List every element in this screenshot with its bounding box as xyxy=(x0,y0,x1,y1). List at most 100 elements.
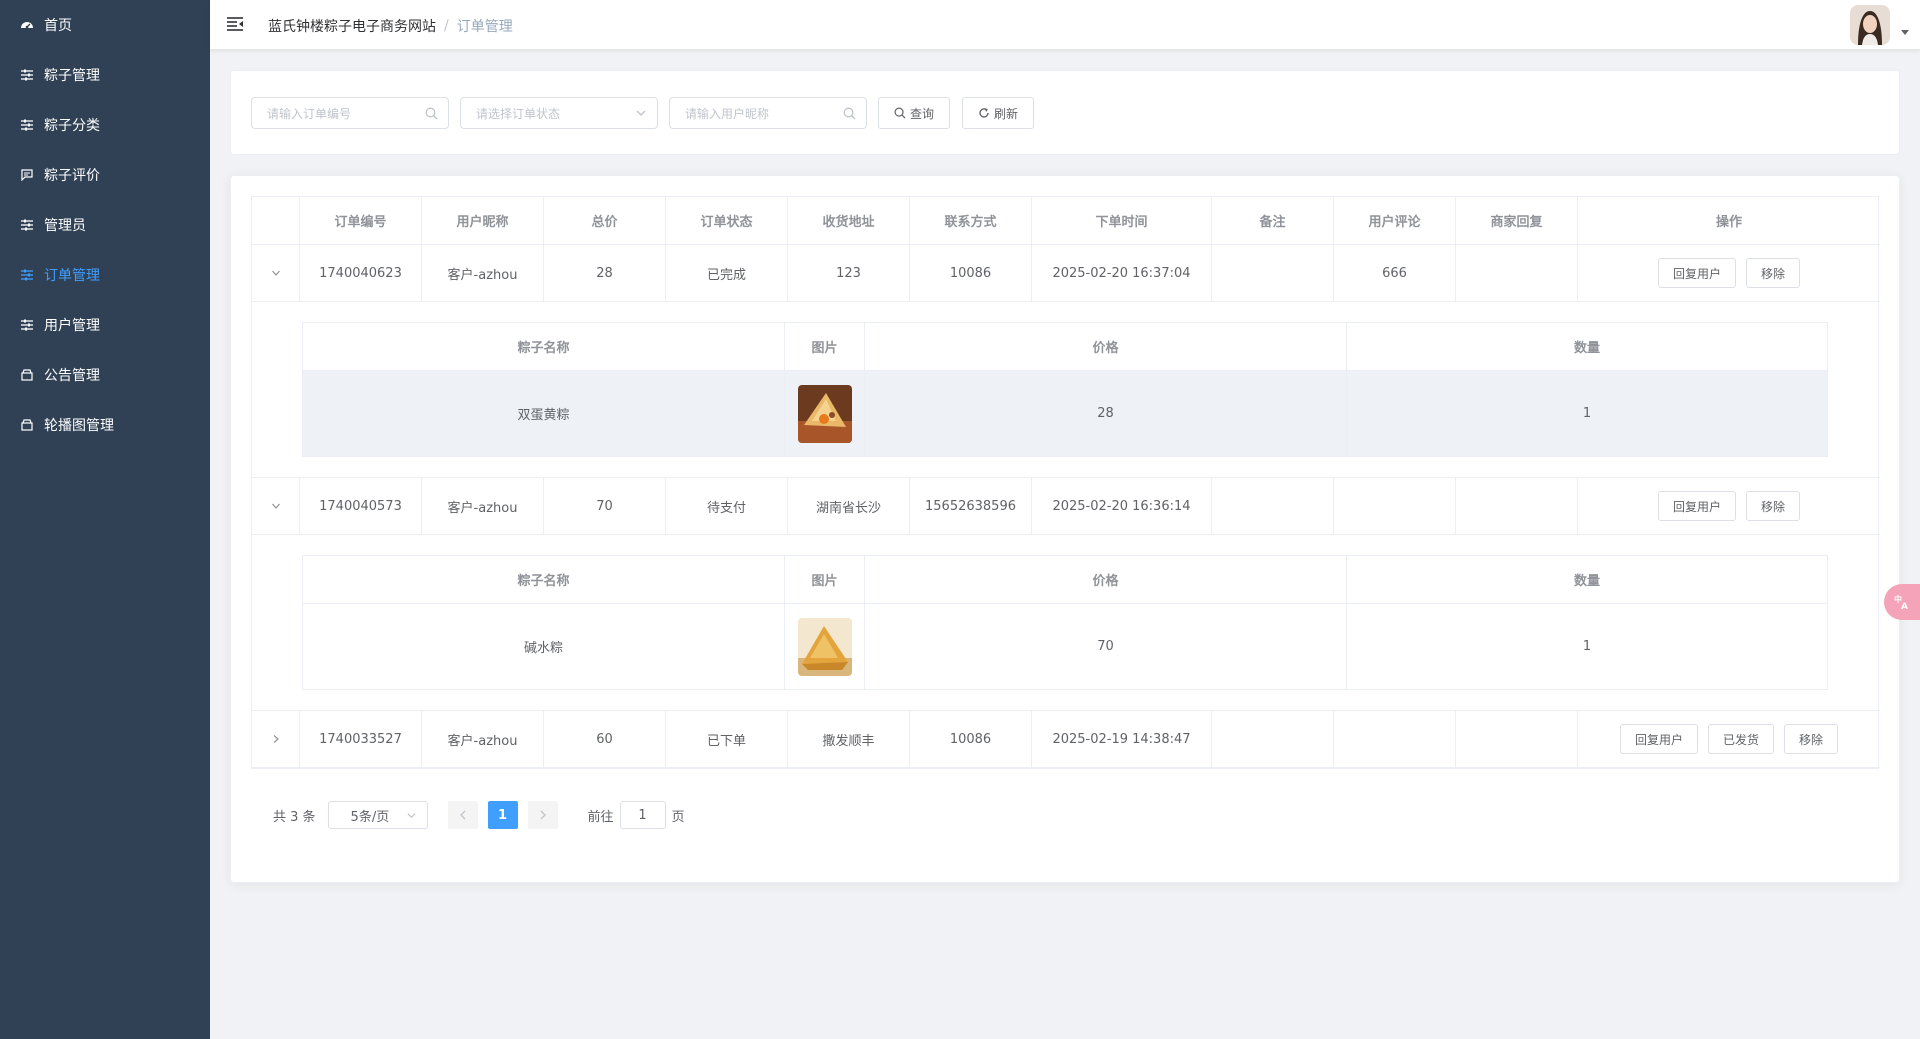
reply-user-button[interactable]: 回复用户 xyxy=(1657,491,1736,521)
expanded-row: 粽子名称 图片 价格 数量 碱水粽 70 1 xyxy=(252,535,1880,711)
sub-column-header: 价格 xyxy=(865,323,1347,370)
reply-user-button[interactable]: 回复用户 xyxy=(1657,258,1736,288)
chevron-left-icon xyxy=(459,810,466,820)
remove-button[interactable]: 移除 xyxy=(1784,724,1839,754)
sidebar-item-review[interactable]: 粽子评价 xyxy=(0,150,210,200)
order-number-placeholder: 请输入订单编号 xyxy=(267,106,352,121)
sidebar-item-users[interactable]: 用户管理 xyxy=(0,300,210,350)
sidebar-item-label: 粽子管理 xyxy=(44,68,100,84)
expand-toggle[interactable] xyxy=(252,245,300,301)
remark xyxy=(1212,711,1334,767)
caret-down-icon[interactable] xyxy=(1901,30,1909,35)
sidebar-item-category[interactable]: 粽子分类 xyxy=(0,100,210,150)
table-row: 1740040573 客户-azhou 70 待支付 湖南省长沙 1565263… xyxy=(252,478,1880,535)
top-navbar: 蓝氏钟楼粽子电子商务网站 / 订单管理 xyxy=(210,0,1920,50)
contact: 10086 xyxy=(910,711,1032,767)
expand-toggle[interactable] xyxy=(252,711,300,767)
sidebar-item-carousel[interactable]: 轮播图管理 xyxy=(0,400,210,450)
actions-cell: 回复用户 移除 xyxy=(1578,478,1880,534)
orders-table: 订单编号 用户昵称 总价 订单状态 收货地址 联系方式 下单时间 备注 用户评论… xyxy=(251,196,1880,769)
goto-page-input[interactable]: 1 xyxy=(619,801,666,829)
hamburger-icon[interactable] xyxy=(226,15,244,33)
zongzi-image-cell xyxy=(785,371,865,456)
table-header: 订单编号 用户昵称 总价 订单状态 收货地址 联系方式 下单时间 备注 用户评论… xyxy=(252,197,1880,245)
sliders-icon xyxy=(20,318,34,332)
remark xyxy=(1212,245,1334,301)
sidebar-item-label: 粽子分类 xyxy=(44,118,100,134)
goto-prefix: 前往 xyxy=(587,809,614,825)
order-status: 待支付 xyxy=(666,478,788,534)
remove-button[interactable]: 移除 xyxy=(1746,491,1801,521)
search-icon xyxy=(843,107,856,123)
nickname: 客户-azhou xyxy=(422,711,544,767)
reply-user-button[interactable]: 回复用户 xyxy=(1619,724,1698,754)
user-comment: 666 xyxy=(1334,245,1456,301)
box-icon xyxy=(20,418,34,432)
order-time: 2025-02-20 16:37:04 xyxy=(1032,245,1212,301)
nickname-input[interactable]: 请输入用户昵称 xyxy=(669,97,867,129)
orders-table-card: 订单编号 用户昵称 总价 订单状态 收货地址 联系方式 下单时间 备注 用户评论… xyxy=(230,175,1900,883)
sidebar-item-home[interactable]: 首页 xyxy=(0,0,210,50)
prev-page-button[interactable] xyxy=(447,801,478,829)
zongzi-price: 28 xyxy=(865,371,1347,456)
sub-column-header: 粽子名称 xyxy=(303,323,785,370)
chevron-down-icon xyxy=(406,810,417,825)
order-status-placeholder: 请选择订单状态 xyxy=(476,106,561,121)
avatar[interactable] xyxy=(1850,5,1890,45)
order-status: 已下单 xyxy=(666,711,788,767)
zongzi-image[interactable] xyxy=(797,617,852,676)
shipped-button[interactable]: 已发货 xyxy=(1707,724,1774,754)
page-number-current[interactable]: 1 xyxy=(487,801,518,829)
chevron-right-icon xyxy=(540,810,546,820)
page-jumper: 前往 1 页 xyxy=(588,801,685,829)
address: 撒发顺丰 xyxy=(788,711,910,767)
chevron-down-icon xyxy=(635,107,647,122)
breadcrumb-separator: / xyxy=(444,18,449,34)
remove-button[interactable]: 移除 xyxy=(1746,258,1801,288)
sidebar-item-notice[interactable]: 公告管理 xyxy=(0,350,210,400)
zongzi-image[interactable] xyxy=(797,384,852,443)
search-panel: 请输入订单编号 请选择订单状态 请输入用户昵称 查询 刷新 xyxy=(230,70,1900,155)
sub-column-header: 数量 xyxy=(1573,574,1600,589)
actions-cell: 回复用户 移除 xyxy=(1578,245,1880,301)
translate-icon[interactable]: 中A xyxy=(1884,584,1920,620)
order-time: 2025-02-19 14:38:47 xyxy=(1032,711,1212,767)
user-comment xyxy=(1334,478,1456,534)
column-header: 用户评论 xyxy=(1334,197,1456,244)
order-number: 1740040573 xyxy=(300,478,422,534)
refresh-button[interactable]: 刷新 xyxy=(962,97,1034,129)
sidebar-item-zongzi[interactable]: 粽子管理 xyxy=(0,50,210,100)
pagination-total: 共 3 条 xyxy=(273,809,316,825)
column-header: 联系方式 xyxy=(910,197,1032,244)
query-button[interactable]: 查询 xyxy=(878,97,950,129)
chevron-right-icon xyxy=(273,735,279,743)
sliders-icon xyxy=(20,68,34,82)
sidebar-item-label: 用户管理 xyxy=(44,318,100,334)
sidebar-item-label: 订单管理 xyxy=(44,268,100,284)
nickname: 客户-azhou xyxy=(422,478,544,534)
sidebar-item-admin[interactable]: 管理员 xyxy=(0,200,210,250)
next-page-button[interactable] xyxy=(527,801,558,829)
order-items-table: 粽子名称 图片 价格 数量 碱水粽 70 1 xyxy=(302,555,1828,690)
expanded-row: 粽子名称 图片 价格 数量 双蛋黄粽 28 1 xyxy=(252,302,1880,478)
merchant-reply xyxy=(1456,478,1578,534)
column-header: 下单时间 xyxy=(1032,197,1212,244)
refresh-button-label: 刷新 xyxy=(993,106,1018,121)
sidebar-item-orders[interactable]: 订单管理 xyxy=(0,250,210,300)
contact: 10086 xyxy=(910,245,1032,301)
sub-column-header: 粽子名称 xyxy=(303,556,785,603)
column-header: 总价 xyxy=(544,197,666,244)
refresh-icon xyxy=(979,108,989,118)
column-header: 订单编号 xyxy=(300,197,422,244)
pagination: 共 3 条 5条/页 1 前往 1 页 xyxy=(273,801,685,829)
column-header: 收货地址 xyxy=(788,197,910,244)
breadcrumb-home[interactable]: 蓝氏钟楼粽子电子商务网站 xyxy=(268,16,436,36)
order-number-input[interactable]: 请输入订单编号 xyxy=(251,97,449,129)
search-icon xyxy=(894,107,906,119)
expand-toggle[interactable] xyxy=(252,478,300,534)
sub-column-header: 图片 xyxy=(785,323,865,370)
breadcrumb: 蓝氏钟楼粽子电子商务网站 / 订单管理 xyxy=(268,16,513,36)
page-size-select[interactable]: 5条/页 xyxy=(327,801,428,829)
order-status-select[interactable]: 请选择订单状态 xyxy=(460,97,658,129)
actions-cell: 回复用户 已发货 移除 xyxy=(1578,711,1880,767)
